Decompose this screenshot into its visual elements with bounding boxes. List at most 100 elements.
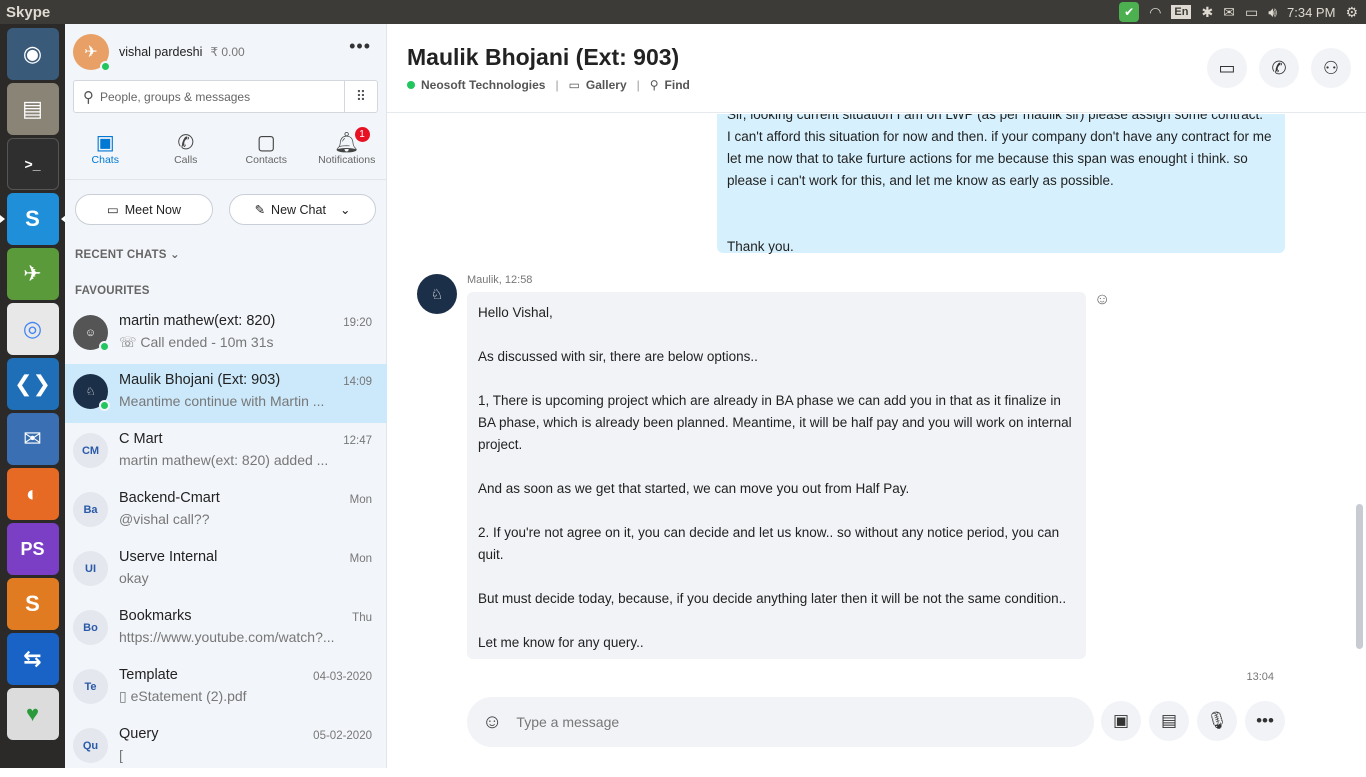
mail-icon[interactable]: ✉ [1223,4,1235,21]
avatar: Bo [73,610,108,645]
message-line: I can't afford this situation for now an… [727,129,1272,188]
chat-item-martin[interactable]: ☺ martin mathew(ext: 820) ☏ Call ended -… [65,305,387,364]
tab-chats[interactable]: ▣ Chats [65,130,146,174]
call-ended-icon: ☏ [119,334,141,350]
more-options-icon[interactable]: ••• [349,36,371,57]
divider [65,179,387,180]
tab-label: Chats [91,154,119,166]
new-chat-button[interactable]: ✎ New Chat ⌄ [229,194,376,225]
phone-icon: ✆ [1271,57,1287,78]
phpstorm-icon[interactable]: PS [6,523,59,575]
message-line: As discussed with sir, there are below o… [478,349,758,364]
chat-item-template[interactable]: Te Template ▯ eStatement (2).pdf 04-03-2… [65,659,387,718]
mail-client-icon[interactable]: ✉ [6,413,59,465]
conversation-header: Maulik Bhojani (Ext: 903) Neosoft Techno… [387,24,1366,113]
emoji-icon[interactable]: ☺ [482,711,502,734]
tab-label: Notifications [318,154,376,166]
presence-dot [99,400,110,411]
tab-contacts[interactable]: ▢ Contacts [226,130,307,174]
chat-title: Template [119,667,178,683]
volume-icon[interactable]: 🔊︎ [1268,4,1277,21]
chat-preview: ▯ eStatement (2).pdf [119,688,247,705]
favourites-header: FAVOURITES [75,285,150,297]
avatar[interactable]: ♘ [417,274,457,314]
recent-chats-label: RECENT CHATS [75,249,167,261]
tab-calls[interactable]: ✆ Calls [146,130,227,174]
send-contact-button[interactable]: ▤ [1149,701,1189,741]
find-link[interactable]: Find [665,78,690,92]
settings-gear-icon[interactable]: ⚙ [1345,4,1358,21]
keyboard-language[interactable]: En [1171,5,1192,19]
chat-item-backend-cmart[interactable]: Ba Backend-Cmart @vishal call?? Mon [65,482,387,541]
chat-preview: https://www.youtube.com/watch?... [119,629,335,645]
meet-now-button[interactable]: ▭ Meet Now [75,194,213,225]
chat-item-cmart[interactable]: CM C Mart martin mathew(ext: 820) added … [65,423,387,482]
sublime-icon[interactable]: S [6,578,59,630]
vscode-icon[interactable]: ❮❯ [6,358,59,410]
outgoing-message[interactable]: Sir, looking current situation I am on L… [717,114,1285,254]
add-people-button[interactable]: ⚇ [1311,48,1351,88]
files-icon[interactable]: ▤ [6,83,59,135]
video-camera-icon: ▭ [106,203,119,217]
skype-icon[interactable]: S [0,193,66,245]
chat-item-query[interactable]: Qu Query [ 05-02-2020 [65,718,387,777]
profile-name[interactable]: vishal pardeshi [119,45,202,59]
preview-text: Call ended - 10m 31s [140,334,274,350]
ubuntu-icon[interactable]: ◉ [6,28,59,80]
chat-time: 14:09 [343,376,372,388]
message-line: 1, There is upcoming project which are a… [478,393,1072,452]
incoming-message[interactable]: Hello Vishal, As discussed with sir, the… [467,292,1086,659]
chat-item-maulik[interactable]: ♘ Maulik Bhojani (Ext: 903) Meantime con… [65,364,387,423]
conversation-subline: Neosoft Technologies | ▭ Gallery | ⚲ Fin… [407,78,690,92]
teamviewer-icon[interactable]: ⇆ [6,633,59,685]
chat-item-userve-internal[interactable]: UI Userve Internal okay Mon [65,541,387,600]
wifi-icon[interactable]: ◠ [1149,4,1161,21]
message-line: 2. If you're not agree on it, you can de… [478,525,1060,562]
conversation-title[interactable]: Maulik Bhojani (Ext: 903) [407,44,679,71]
checkmark-icon[interactable]: ✔ [1119,2,1140,22]
clock[interactable]: 7:34 PM [1287,5,1335,20]
conversation-pane: Maulik Bhojani (Ext: 903) Neosoft Techno… [387,24,1366,768]
my-avatar[interactable]: ✈ [73,34,111,72]
rocket-app-icon[interactable]: ✈ [6,248,59,300]
avatar: Ba [73,492,108,527]
message-input[interactable] [516,714,1037,730]
voice-message-button[interactable]: 🎙︎ [1197,701,1237,741]
chat-title: Userve Internal [119,549,218,565]
chat-title: C Mart [119,431,163,447]
chat-preview: [ [119,747,123,763]
bluetooth-icon[interactable]: ✱ [1201,4,1213,21]
scrollbar-thumb[interactable] [1356,504,1363,649]
microphone-icon: 🎙︎ [1206,711,1228,730]
chevron-down-icon: ⌄ [170,249,180,261]
system-tray: ✔ ◠ En ✱ ✉ ▭ 🔊︎ 7:34 PM ⚙ [1119,0,1358,24]
dialpad-icon[interactable]: ⠿ [344,81,377,112]
tab-notifications[interactable]: 🔔︎ 1 Notifications [307,126,388,174]
recent-chats-header[interactable]: RECENT CHATS ⌄ [75,247,180,261]
firefox-icon[interactable]: ◐ [6,468,59,520]
skype-credit[interactable]: ₹ 0.00 [210,45,244,59]
gallery-link[interactable]: Gallery [586,78,627,92]
share-media-button[interactable]: ▣ [1101,701,1141,741]
chat-item-bookmarks[interactable]: Bo Bookmarks https://www.youtube.com/wat… [65,600,387,659]
search-icon: ⚲ [649,78,659,92]
more-options-button[interactable]: ••• [1245,701,1285,741]
battery-icon[interactable]: ▭ [1245,4,1258,21]
chat-preview: okay [119,570,149,586]
presence-dot [100,61,111,72]
add-person-icon: ⚇ [1322,57,1340,78]
terminal-icon[interactable]: >_ [6,138,59,190]
meet-now-label: Meet Now [124,202,182,217]
chevron-down-icon[interactable]: ⌄ [340,202,350,217]
audio-call-button[interactable]: ✆ [1259,48,1299,88]
contact-card-icon: ▤ [1160,711,1178,730]
add-reaction-icon[interactable]: ☺ [1094,291,1110,309]
installer-icon[interactable]: ♥ [6,688,59,740]
message-line: And as soon as we get that started, we c… [478,481,910,496]
avatar: ♘ [73,374,110,411]
chrome-icon[interactable]: ◎ [6,303,59,355]
search-input[interactable] [100,89,330,104]
organization-link[interactable]: Neosoft Technologies [421,78,545,92]
video-call-button[interactable]: ▭ [1207,48,1247,88]
video-camera-icon: ▭ [1218,57,1236,78]
